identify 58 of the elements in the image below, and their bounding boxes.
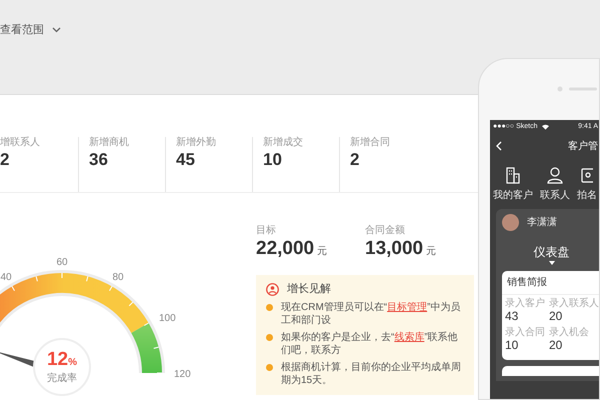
screen-title: 客户管 [568,140,598,154]
stat-label: 新增商机 [89,137,130,149]
shortcut-item[interactable]: 联系人 [537,166,573,202]
building-icon [504,166,522,184]
metric-value: 20 [549,308,564,323]
metric-value: 43 [505,308,520,323]
back-icon[interactable] [496,141,502,151]
currency-unit: 元 [317,246,328,258]
shortcut-item[interactable]: 我的客户 [492,166,534,202]
target-label: 目标 [256,224,277,238]
tick-label: 60 [56,257,68,268]
avatar-circle [502,214,519,230]
speaker-icon [557,86,597,92]
chevron-down-icon [52,27,61,34]
insight-text: 现在CRM管理员可以在“目标管理”中为员工和部门设 [281,301,462,328]
inline-link[interactable]: 线索库 [394,332,424,344]
stat-label: 新增成交 [263,137,304,149]
metric-label: 录入合同 [505,326,546,338]
stat-value: 10 [263,149,283,171]
tick-label: 80 [112,272,124,283]
insight-title: 增长见解 [287,282,331,297]
percentage-value: 12% [46,349,78,370]
insight-text: 根据商机计算，目前你的企业平均成单周期为15天。 [281,361,462,388]
tick-label: 120 [174,369,191,380]
bullet-icon [266,334,273,342]
tick-label: 100 [159,313,176,324]
gauge-caption: 完成率 [47,373,77,384]
stat-value: 2 [0,149,10,171]
stat-label: 增联系人 [0,137,41,149]
stat-value: 45 [176,149,196,171]
bullet-icon [266,364,273,372]
person-circle-icon [266,282,279,296]
tick-label: 40 [0,272,12,283]
inline-link[interactable]: 目标管理 [387,302,428,314]
bullet-icon [266,304,273,312]
range-dropdown[interactable]: 查看范围 [0,22,61,38]
user-name: 李潇潇 [527,216,557,230]
id-card-icon [581,166,593,184]
metric-label: 录入机会 [549,326,590,338]
stat-label: 新增合同 [350,137,391,149]
shortcut-item[interactable]: 拍名 [576,166,598,202]
dashboard-title: 仪表盘 [534,244,570,260]
stat-value: 2 [350,149,360,171]
amount-value: 13,000 [365,238,424,261]
stat-label: 新增外勤 [176,137,217,149]
stat-value: 36 [89,149,109,171]
amount-value: 22,000 [256,238,314,261]
report-title: 销售简报 [502,270,599,294]
person-icon [546,166,564,184]
insight-text: 如果你的客户是企业，去“线索库”联系他们吧，联系方 [281,331,459,358]
metric-value: 10 [505,338,520,352]
metric-value: 20 [549,338,564,352]
target-label: 合同金额 [365,224,406,238]
currency-unit: 元 [426,246,436,258]
caret-icon [548,260,554,264]
wifi-icon [542,124,548,130]
metric-label: 录入客户 [505,298,546,308]
metric-label: 录入联系人 [549,298,599,308]
